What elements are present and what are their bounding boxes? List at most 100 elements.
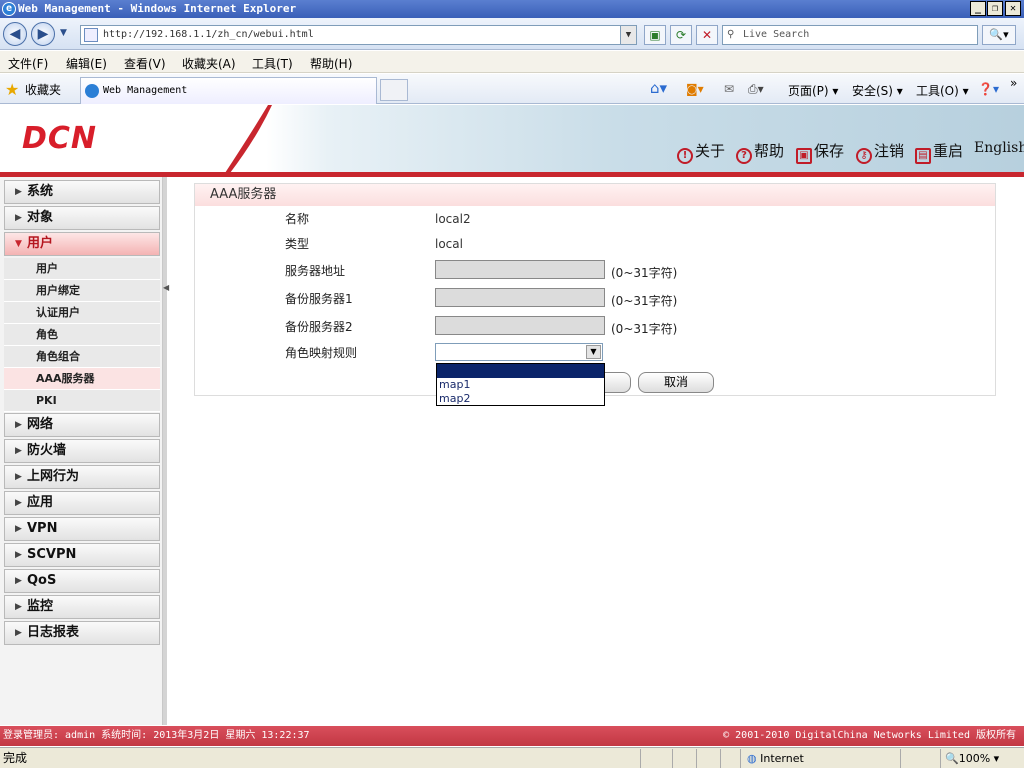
forward-button[interactable]: ▶: [31, 22, 55, 46]
key-icon: ⚷: [856, 148, 872, 164]
collapse-arrow-icon[interactable]: ◀: [163, 283, 169, 292]
browser-tab[interactable]: Web Management: [80, 77, 377, 104]
role-mapping-select[interactable]: ▼: [435, 343, 603, 361]
sidebar-group-system[interactable]: ▶ 系统: [4, 180, 160, 204]
sidebar-group-firewall[interactable]: ▶ 防火墙: [4, 439, 160, 463]
sidebar-group-web-behavior[interactable]: ▶ 上网行为: [4, 465, 160, 489]
safety-menu[interactable]: 安全(S) ▾: [852, 82, 903, 99]
close-window-button[interactable]: ✕: [1005, 1, 1021, 16]
stop-icon[interactable]: ✕: [696, 25, 718, 45]
dropdown-option-empty[interactable]: [437, 364, 604, 378]
status-done: 完成: [3, 751, 28, 765]
role-mapping-label: 角色映射规则: [285, 346, 358, 360]
server-address-input[interactable]: [435, 260, 605, 279]
menu-edit[interactable]: 编辑(E): [66, 55, 107, 72]
sidebar-group-qos[interactable]: ▶ QoS: [4, 569, 160, 593]
minimize-button[interactable]: _: [970, 1, 986, 16]
sidebar-item-aaa-server[interactable]: AAA服务器: [4, 368, 160, 390]
page-menu[interactable]: 页面(P) ▾: [788, 82, 838, 99]
sidebar-group-scvpn[interactable]: ▶ SCVPN: [4, 543, 160, 567]
favorites-bar: ★ 收藏夹 Web Management ⌂▾ ◙▾ ✉ ⎙▾ 页面(P) ▾ …: [0, 74, 1024, 104]
favorites-star-icon: ★: [5, 80, 20, 99]
save-link[interactable]: ▣ 保存: [796, 140, 844, 164]
address-toolbar: ◀ ▶ ▼ http://192.168.1.1/zh_cn/webui.htm…: [0, 18, 1024, 50]
menu-favorites[interactable]: 收藏夹(A): [182, 55, 236, 72]
name-value: local2: [435, 212, 471, 226]
sidebar-group-object[interactable]: ▶ 对象: [4, 206, 160, 230]
save-icon: ▣: [796, 148, 812, 164]
sidebar-item-role-group[interactable]: 角色组合: [4, 346, 160, 368]
sidebar-item-role[interactable]: 角色: [4, 324, 160, 346]
sidebar-group-network[interactable]: ▶ 网络: [4, 413, 160, 437]
search-placeholder: Live Search: [743, 29, 810, 40]
menu-help[interactable]: 帮助(H): [310, 55, 352, 72]
search-button[interactable]: 🔍▾: [982, 25, 1016, 45]
help-link[interactable]: ? 帮助: [736, 140, 784, 164]
sidebar-item-user-binding[interactable]: 用户绑定: [4, 280, 160, 302]
question-icon: ?: [736, 148, 752, 164]
app-footer: 登录管理员: admin 系统时间: 2013年3月2日 星期六 13:22:3…: [0, 726, 1024, 746]
menu-bar: 文件(F) 编辑(E) 查看(V) 收藏夹(A) 工具(T) 帮助(H): [0, 51, 1024, 73]
home-icon[interactable]: ⌂▾: [650, 79, 667, 97]
about-link[interactable]: ! 关于: [677, 140, 725, 164]
page-icon: [84, 28, 98, 42]
sidebar-group-vpn[interactable]: ▶ VPN: [4, 517, 160, 541]
dropdown-option-map1[interactable]: map1: [437, 378, 604, 392]
globe-icon: ◍: [747, 752, 757, 765]
tab-title: Web Management: [103, 85, 188, 96]
ie-icon: e: [2, 2, 16, 16]
refresh-icon[interactable]: ⟳: [670, 25, 692, 45]
new-tab-button[interactable]: [380, 79, 408, 101]
reboot-link[interactable]: ▤ 重启: [915, 140, 963, 164]
expand-triangle-icon: ▶: [15, 602, 22, 612]
protected-mode-icon[interactable]: [900, 749, 938, 768]
dropdown-option-map2[interactable]: map2: [437, 392, 604, 406]
back-button[interactable]: ◀: [3, 22, 27, 46]
compatibility-icon[interactable]: ▣: [644, 25, 666, 45]
info-icon: !: [677, 148, 693, 164]
chevron-more-icon[interactable]: »: [1010, 76, 1017, 90]
favorites-button[interactable]: 收藏夹: [25, 81, 61, 98]
print-icon[interactable]: ⎙▾: [748, 82, 764, 97]
sidebar-group-monitor[interactable]: ▶ 监控: [4, 595, 160, 619]
menu-file[interactable]: 文件(F): [8, 55, 48, 72]
server-address-hint: (0~31字符): [611, 266, 678, 280]
sidebar-group-user[interactable]: ▼ 用户: [4, 232, 160, 256]
menu-tools[interactable]: 工具(T): [252, 55, 293, 72]
ie-status-bar: 完成 ◍ Internet 🔍100% ▾: [0, 747, 1024, 768]
expand-triangle-icon: ▶: [15, 446, 22, 456]
window-titlebar: e Web Management - Windows Internet Expl…: [0, 0, 1024, 18]
sidebar-splitter[interactable]: ◀: [163, 177, 169, 725]
sidebar-item-pki[interactable]: PKI: [4, 390, 160, 412]
zoom-control[interactable]: 🔍100% ▾: [940, 749, 999, 768]
window-title: Web Management - Windows Internet Explor…: [18, 2, 297, 15]
address-dropdown-icon[interactable]: ▼: [620, 26, 636, 44]
mail-icon[interactable]: ✉: [724, 82, 734, 96]
history-dropdown-icon[interactable]: ▼: [60, 28, 67, 38]
search-input[interactable]: ⚲ Live Search: [722, 25, 978, 45]
menu-view[interactable]: 查看(V): [124, 55, 166, 72]
server-address-label: 服务器地址: [285, 264, 346, 278]
sidebar-item-auth-user[interactable]: 认证用户: [4, 302, 160, 324]
aaa-server-panel: AAA服务器 名称 local2 类型 local 服务器地址 (0~31字符)…: [194, 183, 996, 406]
feeds-icon[interactable]: ◙▾: [686, 82, 704, 96]
logout-link[interactable]: ⚷ 注销: [856, 140, 904, 164]
backup-server1-input[interactable]: [435, 288, 605, 307]
address-input[interactable]: http://192.168.1.1/zh_cn/webui.html ▼: [80, 25, 637, 45]
language-link[interactable]: English: [974, 140, 1024, 156]
cancel-button[interactable]: 取消: [638, 372, 714, 393]
sidebar-group-log-report[interactable]: ▶ 日志报表: [4, 621, 160, 645]
sidebar: ▶ 系统 ▶ 对象 ▼ 用户 用户 用户绑定 认证用户 角色 角色组合 AAA服务器 …: [0, 177, 163, 725]
backup-server2-hint: (0~31字符): [611, 322, 678, 336]
backup-server2-input[interactable]: [435, 316, 605, 335]
backup-server2-label: 备份服务器2: [285, 320, 353, 334]
help-icon[interactable]: ❓▾: [978, 82, 999, 96]
app-header: DCN ! 关于 ? 帮助 ▣ 保存 ⚷ 注销 ▤ 重启 English: [0, 105, 1024, 173]
sidebar-group-application[interactable]: ▶ 应用: [4, 491, 160, 515]
chevron-down-icon[interactable]: ▼: [586, 345, 601, 359]
reboot-icon: ▤: [915, 148, 931, 164]
sidebar-item-user[interactable]: 用户: [4, 258, 160, 280]
restore-button[interactable]: ❐: [987, 1, 1003, 16]
panel-title: AAA服务器: [195, 184, 995, 206]
tools-menu[interactable]: 工具(O) ▾: [916, 82, 969, 99]
